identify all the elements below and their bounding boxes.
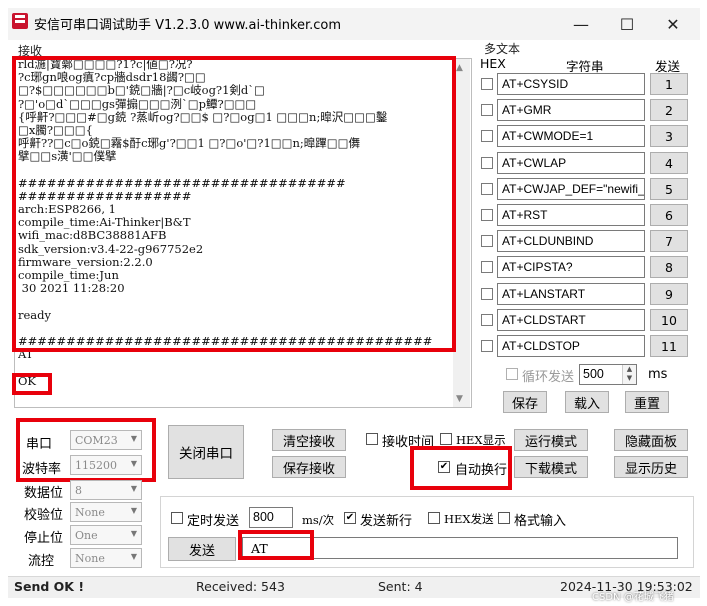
hex-send-label: HEX发送 [444, 512, 494, 526]
timed-send-checkbox[interactable] [171, 512, 183, 524]
multi-row-hex-checkbox[interactable] [481, 314, 493, 326]
save-multi-button[interactable]: 保存 [503, 391, 547, 413]
highlight-ok-box [12, 373, 52, 395]
run-mode-button[interactable]: 运行模式 [514, 429, 588, 451]
stopbits-select[interactable]: One ▼ [70, 525, 142, 545]
multi-group-label: 多文本 [484, 42, 521, 56]
multi-row-hex-checkbox[interactable] [481, 288, 493, 300]
send-status-text: Send OK ! [14, 579, 85, 594]
parity-label: 校验位 [24, 508, 64, 523]
timed-send-label: 定时发送 [187, 514, 240, 529]
multi-row-send-button[interactable]: 2 [650, 99, 688, 121]
loop-unit-label: ms [648, 367, 668, 382]
csdn-watermark: CSDN @花城飞猪 [592, 592, 674, 603]
loop-interval-spinner[interactable]: ▲ ▼ [622, 365, 636, 384]
multi-row-send-button[interactable]: 10 [650, 309, 688, 331]
multi-row-string-input[interactable]: AT+CWMODE=1 [497, 125, 645, 147]
databits-label: 数据位 [24, 486, 64, 501]
multi-row-hex-checkbox[interactable] [481, 209, 493, 221]
multi-row-send-button[interactable]: 1 [650, 73, 688, 95]
multi-row-send-button[interactable]: 9 [650, 283, 688, 305]
multi-row-string-input[interactable]: AT+CLDUNBIND [497, 230, 645, 252]
chevron-down-icon: ▼ [130, 484, 137, 493]
multi-row-string-input[interactable]: AT+CWLAP [497, 152, 645, 174]
close-button[interactable]: ✕ [650, 8, 696, 40]
multi-row-send-button[interactable]: 7 [650, 230, 688, 252]
hide-panel-button[interactable]: 隐藏面板 [614, 429, 688, 451]
hex-display-checkbox[interactable] [440, 433, 452, 445]
flow-select[interactable]: None ▼ [70, 548, 142, 568]
multi-row-send-button[interactable]: 4 [650, 152, 688, 174]
multi-row-string-input[interactable]: AT+CIPSTA? [497, 256, 645, 278]
multi-row-string-input[interactable]: AT+CLDSTOP [497, 335, 645, 357]
databits-value: 8 [75, 484, 82, 497]
app-logo-icon [12, 13, 28, 29]
format-input-label: 格式输入 [514, 514, 567, 529]
multi-row-send-button[interactable]: 5 [650, 178, 688, 200]
chevron-down-icon: ▼ [130, 506, 137, 515]
download-mode-button[interactable]: 下载模式 [514, 456, 588, 478]
stopbits-label: 停止位 [24, 531, 64, 546]
window-title: 安信可串口调试助手 V1.2.3.0 www.ai-thinker.com [34, 18, 342, 33]
format-input-checkbox[interactable] [498, 512, 510, 524]
multi-row-hex-checkbox[interactable] [481, 261, 493, 273]
multi-row-hex-checkbox[interactable] [481, 104, 493, 116]
highlight-port-box [16, 418, 156, 482]
hex-send-checkbox[interactable] [428, 512, 440, 524]
scroll-up-icon[interactable]: ▲ [456, 63, 463, 73]
multi-row-string-input[interactable]: AT+GMR [497, 99, 645, 121]
multi-row-string-input[interactable]: AT+CSYSID [497, 73, 645, 95]
receive-time-checkbox[interactable] [366, 433, 378, 445]
multi-row-send-button[interactable]: 11 [650, 335, 688, 357]
close-port-button[interactable]: 关闭串口 [168, 425, 244, 479]
multi-row-string-input[interactable]: AT+CLDSTART [497, 309, 645, 331]
received-count: Received: 543 [196, 579, 285, 594]
sent-count: Sent: 4 [378, 579, 423, 594]
multi-row-hex-checkbox[interactable] [481, 235, 493, 247]
flow-label: 流控 [28, 554, 55, 569]
receive-line [18, 361, 448, 374]
minimize-button[interactable]: — [558, 8, 604, 40]
loop-send-label: 循环发送 [522, 370, 575, 385]
loop-send-checkbox[interactable] [506, 368, 518, 380]
flow-value: None [75, 552, 105, 565]
stopbits-value: One [75, 529, 98, 542]
maximize-button[interactable]: ☐ [604, 8, 650, 40]
send-button[interactable]: 发送 [168, 537, 236, 561]
multi-row-hex-checkbox[interactable] [481, 130, 493, 142]
highlight-send-input-box [238, 530, 314, 560]
highlight-auto-newline-box [410, 446, 512, 490]
parity-value: None [75, 506, 105, 519]
multi-row-hex-checkbox[interactable] [481, 183, 493, 195]
multi-row-string-input[interactable]: AT+RST [497, 204, 645, 226]
highlight-receive-box [12, 56, 456, 352]
clear-receive-button[interactable]: 清空接收 [272, 429, 346, 451]
timed-interval-input[interactable]: 800 [249, 507, 293, 528]
multi-row-send-button[interactable]: 6 [650, 204, 688, 226]
show-history-button[interactable]: 显示历史 [614, 456, 688, 478]
chevron-down-icon: ▼ [130, 552, 137, 561]
reset-multi-button[interactable]: 重置 [625, 391, 669, 413]
multi-row-hex-checkbox[interactable] [481, 78, 493, 90]
multi-row-send-button[interactable]: 8 [650, 256, 688, 278]
databits-select[interactable]: 8 ▼ [70, 480, 142, 500]
save-receive-button[interactable]: 保存接收 [272, 456, 346, 478]
chevron-down-icon: ▼ [130, 529, 137, 538]
hex-column-header: HEX [480, 56, 506, 71]
multi-row-hex-checkbox[interactable] [481, 157, 493, 169]
send-newline-label: 发送新行 [360, 514, 413, 529]
multi-row-string-input[interactable]: AT+CWJAP_DEF="newifi_ [497, 178, 645, 200]
parity-select[interactable]: None ▼ [70, 502, 142, 522]
multi-row-string-input[interactable]: AT+LANSTART [497, 283, 645, 305]
scroll-down-icon[interactable]: ▼ [456, 394, 463, 404]
load-multi-button[interactable]: 载入 [565, 391, 609, 413]
receive-line: OK [18, 373, 37, 388]
multi-row-hex-checkbox[interactable] [481, 340, 493, 352]
send-newline-checkbox[interactable]: ✔ [344, 512, 356, 524]
multi-row-send-button[interactable]: 3 [650, 125, 688, 147]
timed-unit-label: ms/次 [302, 513, 335, 527]
